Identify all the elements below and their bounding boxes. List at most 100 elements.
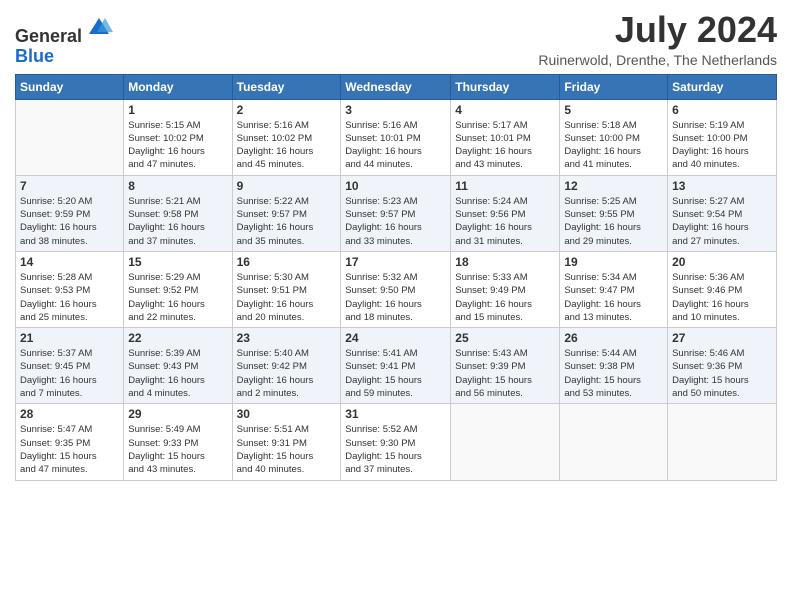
calendar-day-cell: 27Sunrise: 5:46 AM Sunset: 9:36 PM Dayli… xyxy=(668,328,777,404)
page-header: General Blue July 2024 Ruinerwold, Drent… xyxy=(15,10,777,68)
calendar-day-cell: 18 Sunrise: 5:33 AM Sunset: 9:49 PM Dayli… xyxy=(451,251,560,327)
day-number: 18 xyxy=(455,255,555,269)
logo-blue: Blue xyxy=(15,46,54,66)
day-number: 1 xyxy=(128,103,227,117)
day-info: Sunrise: 5:21 AM Sunset: 9:58 PM Dayligh… xyxy=(128,195,227,248)
day-info: Sunrise: 5:49 AM Sunset: 9:33 PM Dayligh… xyxy=(128,423,227,476)
day-number: 15 xyxy=(128,255,227,269)
day-info: Sunrise: 5:44 AM Sunset: 9:38 PM Dayligh… xyxy=(564,347,663,400)
calendar-day-cell: 4Sunrise: 5:17 AM Sunset: 10:01 PM Dayli… xyxy=(451,99,560,175)
day-info: Sunrise: 5:47 AM Sunset: 9:35 PM Dayligh… xyxy=(20,423,119,476)
calendar-day-cell: 7 Sunrise: 5:20 AM Sunset: 9:59 PM Daylig… xyxy=(16,175,124,251)
day-number: 2 xyxy=(237,103,337,117)
day-number: 24 xyxy=(345,331,446,345)
calendar-day-cell xyxy=(451,404,560,480)
calendar-day-cell: 10 Sunrise: 5:23 AM Sunset: 9:57 PM Dayli… xyxy=(341,175,451,251)
calendar-day-cell: 28 Sunrise: 5:47 AM Sunset: 9:35 PM Dayli… xyxy=(16,404,124,480)
day-number: 19 xyxy=(564,255,663,269)
day-info: Sunrise: 5:41 AM Sunset: 9:41 PM Dayligh… xyxy=(345,347,446,400)
day-info: Sunrise: 5:43 AM Sunset: 9:39 PM Dayligh… xyxy=(455,347,555,400)
day-info: Sunrise: 5:25 AM Sunset: 9:55 PM Dayligh… xyxy=(564,195,663,248)
calendar-day-cell: 25Sunrise: 5:43 AM Sunset: 9:39 PM Dayli… xyxy=(451,328,560,404)
calendar-day-cell: 17Sunrise: 5:32 AM Sunset: 9:50 PM Dayli… xyxy=(341,251,451,327)
calendar-day-cell: 21 Sunrise: 5:37 AM Sunset: 9:45 PM Dayli… xyxy=(16,328,124,404)
day-info: Sunrise: 5:19 AM Sunset: 10:00 PM Daylig… xyxy=(672,119,772,172)
day-info: Sunrise: 5:23 AM Sunset: 9:57 PM Dayligh… xyxy=(345,195,446,248)
day-number: 26 xyxy=(564,331,663,345)
calendar-day-cell: 24 Sunrise: 5:41 AM Sunset: 9:41 PM Dayli… xyxy=(341,328,451,404)
day-number: 20 xyxy=(672,255,772,269)
calendar-header-row: SundayMondayTuesdayWednesdayThursdayFrid… xyxy=(16,74,777,99)
calendar-day-header: Saturday xyxy=(668,74,777,99)
day-number: 13 xyxy=(672,179,772,193)
logo: General Blue xyxy=(15,14,113,67)
day-number: 11 xyxy=(455,179,555,193)
day-number: 7 xyxy=(20,179,119,193)
calendar-day-cell: 12 Sunrise: 5:25 AM Sunset: 9:55 PM Dayli… xyxy=(560,175,668,251)
calendar-day-cell: 1Sunrise: 5:15 AM Sunset: 10:02 PM Dayli… xyxy=(124,99,232,175)
day-info: Sunrise: 5:39 AM Sunset: 9:43 PM Dayligh… xyxy=(128,347,227,400)
day-number: 4 xyxy=(455,103,555,117)
calendar-day-cell: 26 Sunrise: 5:44 AM Sunset: 9:38 PM Dayli… xyxy=(560,328,668,404)
day-number: 17 xyxy=(345,255,446,269)
day-info: Sunrise: 5:29 AM Sunset: 9:52 PM Dayligh… xyxy=(128,271,227,324)
day-number: 6 xyxy=(672,103,772,117)
calendar-week-row: 7 Sunrise: 5:20 AM Sunset: 9:59 PM Daylig… xyxy=(16,175,777,251)
calendar-day-cell: 9 Sunrise: 5:22 AM Sunset: 9:57 PM Daylig… xyxy=(232,175,341,251)
day-number: 10 xyxy=(345,179,446,193)
calendar-day-cell: 20 Sunrise: 5:36 AM Sunset: 9:46 PM Dayli… xyxy=(668,251,777,327)
calendar-day-cell xyxy=(668,404,777,480)
day-info: Sunrise: 5:51 AM Sunset: 9:31 PM Dayligh… xyxy=(237,423,337,476)
day-number: 22 xyxy=(128,331,227,345)
day-number: 9 xyxy=(237,179,337,193)
calendar-day-header: Tuesday xyxy=(232,74,341,99)
day-info: Sunrise: 5:24 AM Sunset: 9:56 PM Dayligh… xyxy=(455,195,555,248)
month-year-title: July 2024 xyxy=(538,10,777,50)
day-number: 31 xyxy=(345,407,446,421)
calendar-week-row: 28 Sunrise: 5:47 AM Sunset: 9:35 PM Dayli… xyxy=(16,404,777,480)
day-number: 12 xyxy=(564,179,663,193)
day-number: 16 xyxy=(237,255,337,269)
logo-icon xyxy=(85,14,113,42)
day-number: 5 xyxy=(564,103,663,117)
day-info: Sunrise: 5:34 AM Sunset: 9:47 PM Dayligh… xyxy=(564,271,663,324)
calendar-day-cell: 23Sunrise: 5:40 AM Sunset: 9:42 PM Dayli… xyxy=(232,328,341,404)
day-info: Sunrise: 5:18 AM Sunset: 10:00 PM Daylig… xyxy=(564,119,663,172)
calendar-day-header: Monday xyxy=(124,74,232,99)
calendar-day-cell: 5 Sunrise: 5:18 AM Sunset: 10:00 PM Dayli… xyxy=(560,99,668,175)
calendar-day-cell: 31Sunrise: 5:52 AM Sunset: 9:30 PM Dayli… xyxy=(341,404,451,480)
day-info: Sunrise: 5:16 AM Sunset: 10:01 PM Daylig… xyxy=(345,119,446,172)
calendar-day-cell: 8 Sunrise: 5:21 AM Sunset: 9:58 PM Daylig… xyxy=(124,175,232,251)
calendar-day-cell: 15 Sunrise: 5:29 AM Sunset: 9:52 PM Dayli… xyxy=(124,251,232,327)
calendar-day-header: Wednesday xyxy=(341,74,451,99)
day-info: Sunrise: 5:46 AM Sunset: 9:36 PM Dayligh… xyxy=(672,347,772,400)
day-info: Sunrise: 5:30 AM Sunset: 9:51 PM Dayligh… xyxy=(237,271,337,324)
day-number: 14 xyxy=(20,255,119,269)
day-number: 28 xyxy=(20,407,119,421)
day-info: Sunrise: 5:22 AM Sunset: 9:57 PM Dayligh… xyxy=(237,195,337,248)
calendar-day-cell xyxy=(560,404,668,480)
day-number: 21 xyxy=(20,331,119,345)
calendar-day-cell: 2Sunrise: 5:16 AM Sunset: 10:02 PM Dayli… xyxy=(232,99,341,175)
day-number: 8 xyxy=(128,179,227,193)
calendar-day-cell: 29Sunrise: 5:49 AM Sunset: 9:33 PM Dayli… xyxy=(124,404,232,480)
calendar-week-row: 1Sunrise: 5:15 AM Sunset: 10:02 PM Dayli… xyxy=(16,99,777,175)
calendar-day-header: Sunday xyxy=(16,74,124,99)
calendar-day-cell: 16 Sunrise: 5:30 AM Sunset: 9:51 PM Dayli… xyxy=(232,251,341,327)
calendar-day-header: Thursday xyxy=(451,74,560,99)
day-info: Sunrise: 5:36 AM Sunset: 9:46 PM Dayligh… xyxy=(672,271,772,324)
day-info: Sunrise: 5:28 AM Sunset: 9:53 PM Dayligh… xyxy=(20,271,119,324)
calendar-day-cell: 6 Sunrise: 5:19 AM Sunset: 10:00 PM Dayli… xyxy=(668,99,777,175)
calendar-day-cell: 11 Sunrise: 5:24 AM Sunset: 9:56 PM Dayli… xyxy=(451,175,560,251)
day-info: Sunrise: 5:20 AM Sunset: 9:59 PM Dayligh… xyxy=(20,195,119,248)
title-block: July 2024 Ruinerwold, Drenthe, The Nethe… xyxy=(538,10,777,68)
day-info: Sunrise: 5:33 AM Sunset: 9:49 PM Dayligh… xyxy=(455,271,555,324)
day-info: Sunrise: 5:37 AM Sunset: 9:45 PM Dayligh… xyxy=(20,347,119,400)
calendar-day-cell: 13Sunrise: 5:27 AM Sunset: 9:54 PM Dayli… xyxy=(668,175,777,251)
calendar-day-cell: 19 Sunrise: 5:34 AM Sunset: 9:47 PM Dayli… xyxy=(560,251,668,327)
calendar-day-cell: 3Sunrise: 5:16 AM Sunset: 10:01 PM Dayli… xyxy=(341,99,451,175)
calendar-week-row: 21 Sunrise: 5:37 AM Sunset: 9:45 PM Dayli… xyxy=(16,328,777,404)
calendar-day-header: Friday xyxy=(560,74,668,99)
calendar-day-cell: 22 Sunrise: 5:39 AM Sunset: 9:43 PM Dayli… xyxy=(124,328,232,404)
logo-general: General xyxy=(15,26,82,46)
